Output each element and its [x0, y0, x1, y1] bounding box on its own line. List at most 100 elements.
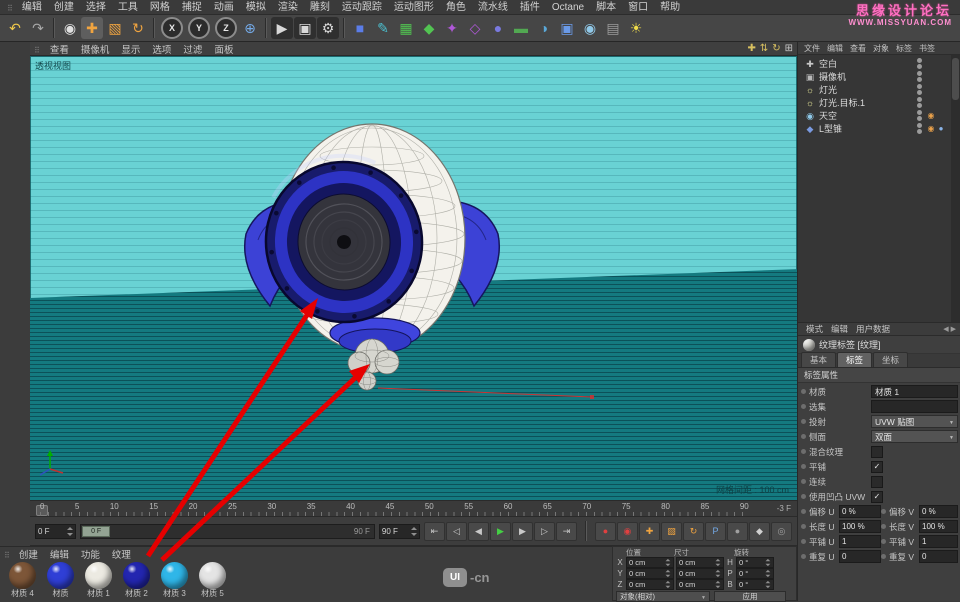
rotate-view-icon[interactable]: ↻	[772, 43, 780, 55]
spinner-icon[interactable]	[765, 581, 771, 588]
phong-tag-icon[interactable]: ●	[936, 123, 946, 135]
object-manager-menu-item[interactable]: 文件	[801, 43, 823, 54]
menubar-item[interactable]: 运动跟踪	[336, 0, 388, 15]
x-axis-lock[interactable]: X	[161, 17, 183, 39]
visibility-dots[interactable]	[917, 58, 922, 69]
spinner-icon[interactable]	[410, 527, 417, 536]
anim-dot-icon[interactable]	[801, 419, 806, 424]
visibility-dots[interactable]	[917, 84, 922, 95]
object-label[interactable]: 空白	[819, 57, 837, 70]
object-manager-menu-item[interactable]: 标签	[893, 43, 915, 54]
camera-button[interactable]: ▤	[602, 17, 624, 39]
anim-dot-icon[interactable]	[801, 539, 806, 544]
record-parameter-toggle[interactable]: P	[705, 522, 726, 541]
anim-dot-icon[interactable]	[801, 404, 806, 409]
coordinate-mode-dropdown[interactable]: 对象(相对)	[616, 591, 710, 602]
next-key-button[interactable]: ▷	[534, 522, 555, 541]
play-button[interactable]: ▶	[490, 522, 511, 541]
array-button[interactable]: ◇	[464, 17, 486, 39]
viewport-menu-item[interactable]: 选项	[146, 42, 177, 56]
uv-value-field[interactable]: 1	[919, 535, 958, 548]
light-button[interactable]: ☀	[625, 17, 647, 39]
object-item[interactable]: ▣ 摄像机	[798, 70, 960, 83]
anim-dot-icon[interactable]	[801, 524, 806, 529]
visibility-dots[interactable]	[917, 71, 922, 82]
material-preview-sphere[interactable]	[199, 562, 226, 589]
previous-frame-button[interactable]: ◀	[468, 522, 489, 541]
menubar-item[interactable]: 模拟	[240, 0, 272, 15]
viewport-menu-item[interactable]: 摄像机	[75, 42, 116, 56]
floor-button[interactable]: ▬	[510, 17, 532, 39]
menubar-item[interactable]: 雕刻	[304, 0, 336, 15]
live-selection-tool[interactable]: ◉	[59, 17, 81, 39]
material-preview-sphere[interactable]	[85, 562, 112, 589]
menubar-item[interactable]: 创建	[48, 0, 80, 15]
texture-tag-icon[interactable]: ◉	[926, 123, 936, 135]
attribute-mode-menu[interactable]: 模式	[802, 323, 827, 335]
timeline-ruler[interactable]: 051015202530354045505560657075808590 -3 …	[30, 500, 797, 517]
z-axis-lock[interactable]: Z	[215, 17, 237, 39]
size-field[interactable]: 0 cm	[676, 579, 724, 590]
material-swatch[interactable]: 材质 5	[196, 562, 229, 598]
side-dropdown[interactable]: 双面	[871, 430, 958, 443]
uv-value-field[interactable]: 0 %	[839, 505, 881, 518]
menubar-item[interactable]: 动画	[208, 0, 240, 15]
end-frame-field[interactable]: 90 F	[379, 524, 420, 539]
autokey-button[interactable]: ◉	[617, 522, 638, 541]
mix-textures-checkbox[interactable]	[871, 446, 883, 458]
record-scale-toggle[interactable]: ▧	[661, 522, 682, 541]
viewport-menu-item[interactable]: 过滤	[177, 42, 208, 56]
menubar-item[interactable]: 捕捉	[176, 0, 208, 15]
rotation-field[interactable]: 0 °	[736, 557, 774, 568]
apply-button[interactable]: 应用	[714, 591, 786, 602]
spinner-icon[interactable]	[715, 570, 721, 577]
menubar-item[interactable]: Octane	[546, 0, 590, 15]
spinner-icon[interactable]	[715, 581, 721, 588]
position-field[interactable]: 0 cm	[626, 557, 674, 568]
rotate-tool[interactable]: ↻	[127, 17, 149, 39]
y-axis-lock[interactable]: Y	[188, 17, 210, 39]
spinner-icon[interactable]	[765, 570, 771, 577]
anim-dot-icon[interactable]	[801, 449, 806, 454]
anim-dot-icon[interactable]	[801, 509, 806, 514]
material-menu-item[interactable]: 纹理	[106, 547, 137, 561]
pen-tool-button[interactable]: ✎	[372, 17, 394, 39]
menubar-item[interactable]: 运动图形	[388, 0, 440, 15]
material-menu-item[interactable]: 创建	[13, 547, 44, 561]
uv-value-field[interactable]: 100 %	[839, 520, 881, 533]
attribute-history-arrows[interactable]: ◀ ▶	[943, 325, 956, 333]
anim-dot-icon[interactable]	[881, 524, 886, 529]
anim-dot-icon[interactable]	[801, 479, 806, 484]
menubar-item[interactable]: 插件	[514, 0, 546, 15]
object-manager-scrollbar[interactable]	[951, 55, 960, 322]
viewport-menu-item[interactable]: 面板	[208, 42, 239, 56]
anim-dot-icon[interactable]	[801, 464, 806, 469]
environment-button[interactable]: ◉	[579, 17, 601, 39]
object-label[interactable]: 灯光.目标.1	[819, 96, 865, 109]
toggle-views-icon[interactable]: ⊞	[785, 43, 793, 55]
anim-dot-icon[interactable]	[881, 539, 886, 544]
material-preview-sphere[interactable]	[123, 562, 150, 589]
use-bump-uvw-checkbox[interactable]: ✓	[871, 491, 883, 503]
menubar-item[interactable]: 窗口	[622, 0, 654, 15]
zoom-view-icon[interactable]: ⇅	[760, 43, 768, 55]
material-swatch[interactable]: 材质 2	[120, 562, 153, 598]
material-swatch[interactable]: 材质 1	[82, 562, 115, 598]
object-label[interactable]: L型锥	[819, 122, 842, 135]
anim-dot-icon[interactable]	[801, 389, 806, 394]
anim-dot-icon[interactable]	[801, 554, 806, 559]
anim-dot-icon[interactable]	[801, 434, 806, 439]
material-swatch[interactable]: 材质 4	[6, 562, 39, 598]
keyframe-selection-button[interactable]: ◆	[749, 522, 770, 541]
tag-properties-header[interactable]: 标签属性	[798, 368, 960, 383]
object-label[interactable]: 天空	[819, 109, 837, 122]
object-label[interactable]: 摄像机	[819, 70, 846, 83]
spinner-icon[interactable]	[665, 581, 671, 588]
undo-icon[interactable]: ↶	[4, 17, 26, 39]
object-item[interactable]: ◆ L型锥 ◉ ●	[798, 122, 960, 135]
object-manager[interactable]: ✚ 空白 ▣ 摄像机 ☼ 灯光	[798, 55, 960, 323]
current-frame-field[interactable]: 0 F	[35, 524, 76, 539]
record-pla-toggle[interactable]: ●	[727, 522, 748, 541]
object-item[interactable]: ✚ 空白	[798, 57, 960, 70]
previous-key-button[interactable]: ◁	[446, 522, 467, 541]
